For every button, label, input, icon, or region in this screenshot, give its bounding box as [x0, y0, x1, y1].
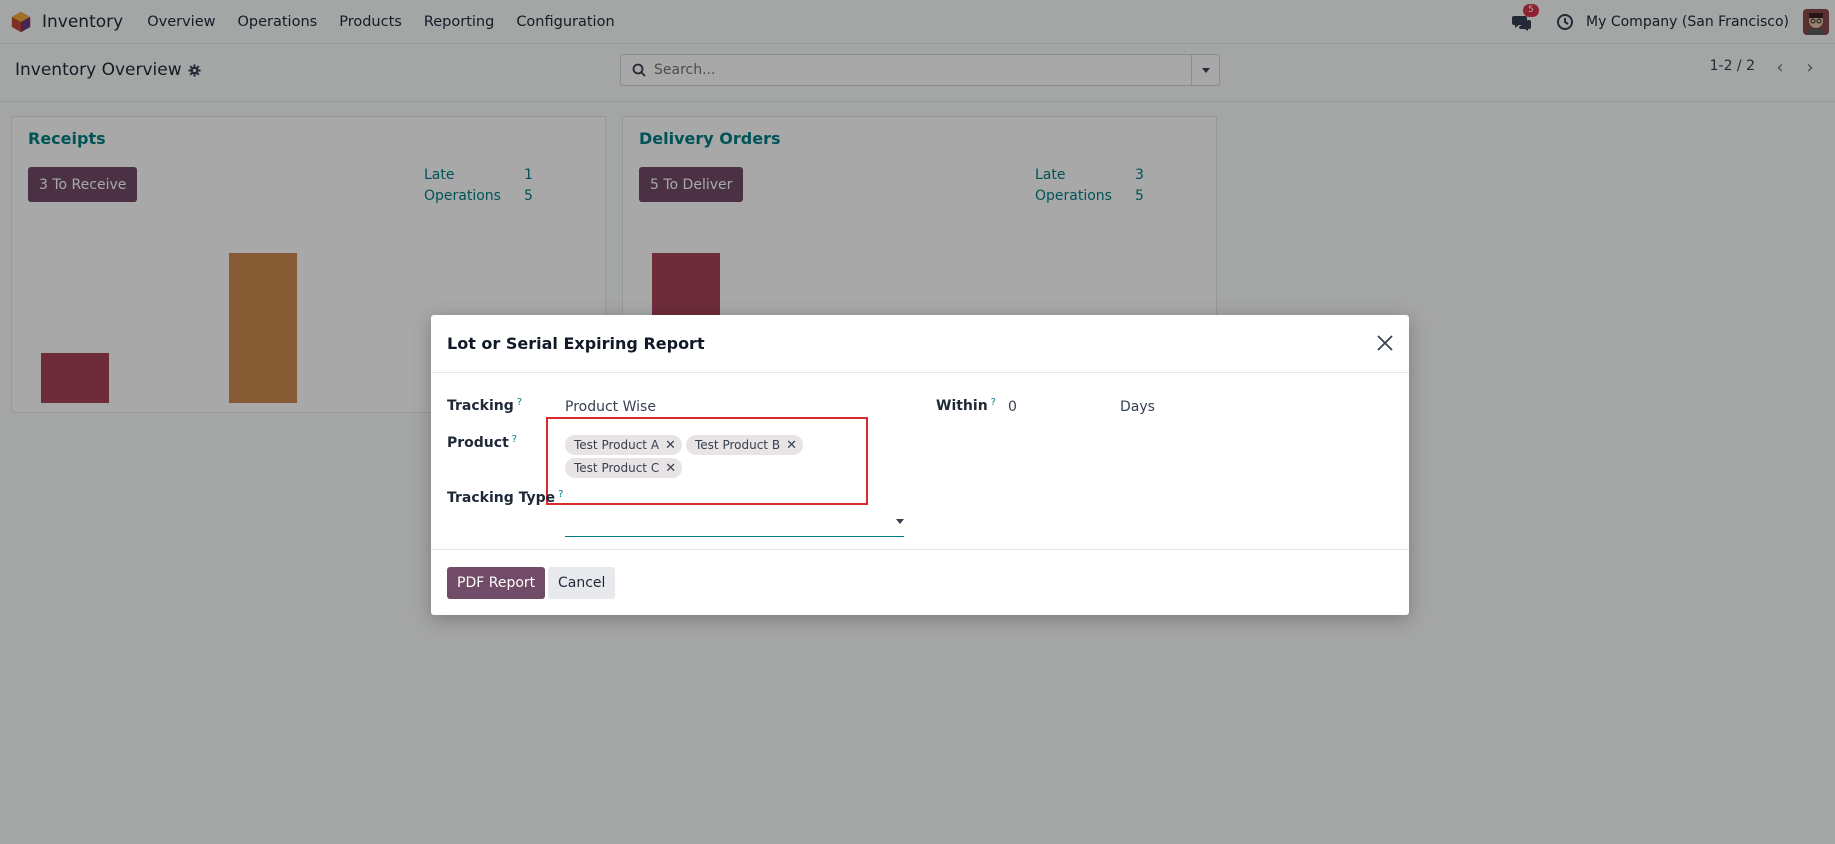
- cancel-button[interactable]: Cancel: [548, 567, 616, 599]
- within-label-text: Within: [936, 398, 988, 414]
- tracking-type-help-icon[interactable]: ?: [558, 489, 563, 500]
- caret-down-icon: [896, 519, 904, 524]
- product-field-highlight: [546, 417, 868, 505]
- tracking-type-select[interactable]: [565, 511, 904, 537]
- within-input[interactable]: 0: [1008, 399, 1017, 415]
- tracking-type-label: Tracking Type?: [447, 489, 563, 506]
- within-label: Within?: [936, 397, 996, 414]
- within-help-icon[interactable]: ?: [991, 397, 996, 408]
- tracking-help-icon[interactable]: ?: [517, 397, 522, 408]
- product-help-icon[interactable]: ?: [512, 434, 517, 445]
- dialog-title: Lot or Serial Expiring Report: [447, 334, 705, 353]
- dialog-header: Lot or Serial Expiring Report: [431, 315, 1409, 373]
- tracking-label: Tracking?: [447, 397, 522, 414]
- expiring-report-dialog: Lot or Serial Expiring Report Tracking? …: [431, 315, 1409, 615]
- product-label: Product?: [447, 434, 517, 451]
- tracking-value[interactable]: Product Wise: [565, 399, 656, 415]
- tracking-type-label-text: Tracking Type: [447, 490, 556, 506]
- close-icon[interactable]: [1373, 331, 1397, 355]
- tracking-label-text: Tracking: [447, 398, 514, 414]
- product-label-text: Product: [447, 435, 509, 451]
- dialog-footer: PDF Report Cancel: [431, 549, 1409, 615]
- pdf-report-button[interactable]: PDF Report: [447, 567, 546, 599]
- within-unit: Days: [1120, 399, 1155, 415]
